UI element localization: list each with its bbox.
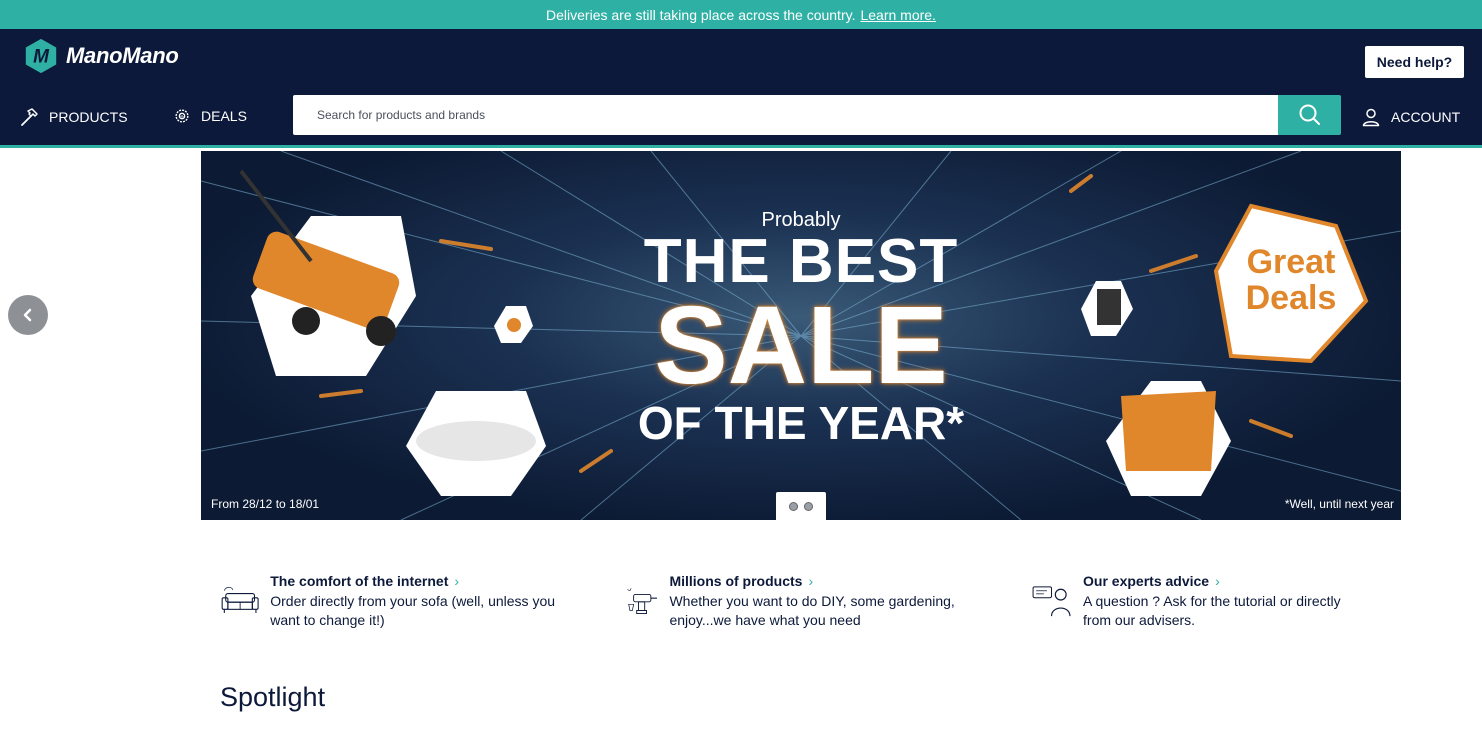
search-icon [1299, 104, 1320, 125]
feature-comfort-title[interactable]: The comfort of the internet › [270, 573, 560, 589]
chevron-right-icon: › [1215, 573, 1220, 589]
feature-advice-desc: A question ? Ask for the tutorial or dir… [1083, 593, 1341, 628]
nav-account[interactable]: ACCOUNT [1361, 107, 1460, 127]
chevron-right-icon: › [454, 573, 460, 589]
announcement-bar: Deliveries are still taking place across… [0, 0, 1482, 29]
user-icon [1362, 108, 1380, 127]
nav-account-label: ACCOUNT [1391, 109, 1461, 125]
feature-comfort-title-text: The comfort of the internet [270, 573, 449, 589]
carousel-dot-2[interactable] [804, 501, 813, 511]
deals-gear-icon: % [175, 109, 189, 123]
banner-footnote: *Well, until next year [1284, 497, 1394, 511]
need-help-button[interactable]: Need help? [1365, 46, 1464, 78]
logo-hex-icon: M [25, 38, 57, 74]
feature-comfort[interactable]: The comfort of the internet › Order direc… [220, 573, 560, 630]
nav-deals[interactable]: % DEALS [173, 107, 247, 125]
svg-text:%: % [180, 114, 185, 120]
carousel-prev-button[interactable] [8, 295, 48, 335]
great-deals-badge: Great Deals [1221, 244, 1361, 316]
chevron-left-icon [23, 308, 32, 322]
announcement-text: Deliveries are still taking place across… [546, 6, 856, 23]
learn-more-link[interactable]: Learn more. [860, 7, 935, 23]
feature-products-desc: Whether you want to do DIY, some gardeni… [669, 593, 955, 628]
search-input[interactable] [293, 95, 1278, 135]
badge-line-1: Great [1246, 243, 1336, 281]
logo-text: ManoMano [66, 43, 179, 68]
site-header: M ManoMano Need help? PRODUCTS % DEALS S… [0, 29, 1482, 148]
hammer-icon [21, 108, 38, 126]
search-button[interactable] [1278, 95, 1341, 135]
search-bar [293, 95, 1341, 135]
hero-banner[interactable]: Probably THE BEST SALE OF THE YEAR* Grea… [201, 151, 1401, 520]
feature-advice-title-text: Our experts advice [1083, 573, 1210, 589]
drill-icon [627, 588, 657, 614]
advisor-icon [1032, 586, 1071, 617]
banner-line-3: OF THE YEAR* [637, 397, 965, 449]
chevron-right-icon: › [808, 573, 814, 589]
nav-products[interactable]: PRODUCTS [19, 107, 128, 127]
feature-advice[interactable]: Our experts advice › A question ? Ask for… [1030, 573, 1370, 630]
carousel-dot-1[interactable] [789, 501, 798, 511]
svg-text:M: M [33, 47, 50, 68]
banner-dates: From 28/12 to 18/01 [211, 497, 320, 511]
feature-products-title[interactable]: Millions of products › [669, 573, 965, 589]
feature-advice-title[interactable]: Our experts advice › [1083, 573, 1370, 589]
sofa-icon [221, 586, 259, 613]
feature-products[interactable]: Millions of products › Whether you want t… [625, 573, 965, 630]
logo[interactable]: M ManoMano [22, 37, 179, 75]
feature-comfort-desc: Order directly from your sofa (well, unl… [270, 593, 556, 628]
spotlight-title: Spotlight [220, 682, 326, 712]
nav-products-label: PRODUCTS [49, 109, 128, 125]
nav-deals-label: DEALS [201, 108, 247, 124]
feature-products-title-text: Millions of products [669, 573, 803, 589]
badge-line-2: Deals [1245, 279, 1337, 317]
features-row: The comfort of the internet › Order direc… [220, 573, 1400, 643]
carousel-dots [776, 492, 826, 520]
